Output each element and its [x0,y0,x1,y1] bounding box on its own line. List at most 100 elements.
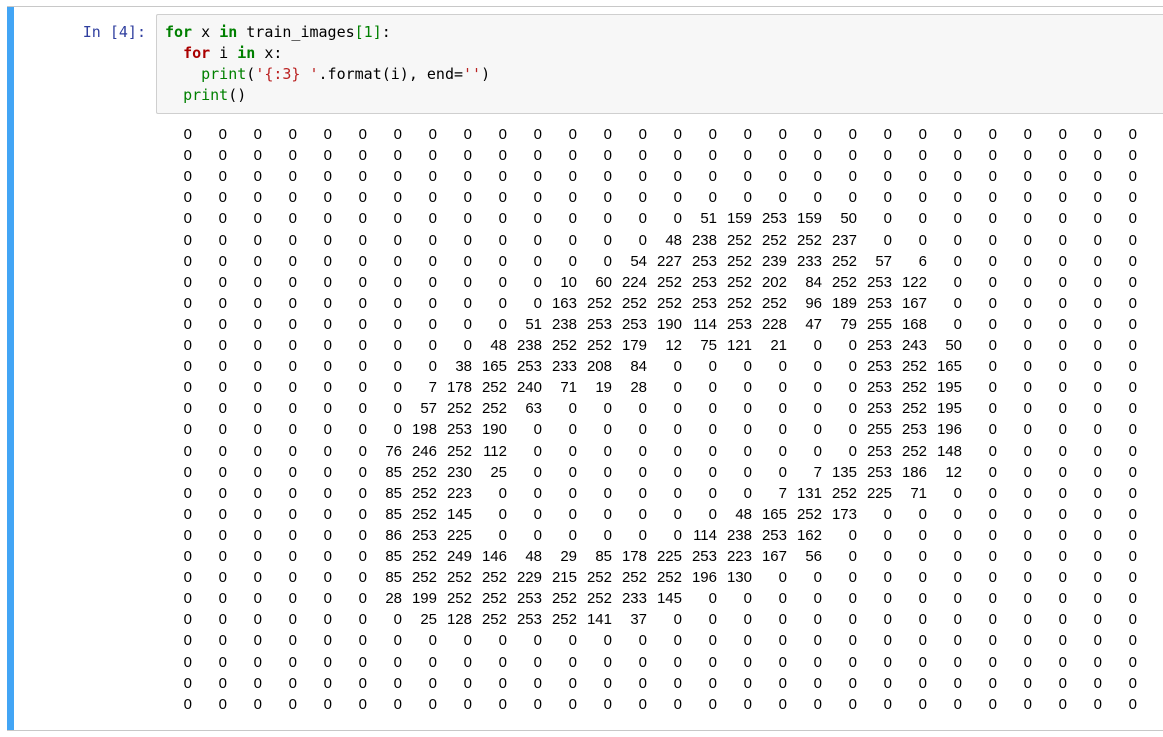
output-value: 21 [770,337,787,354]
output-value: 48 [665,231,682,249]
output-value: 252 [411,484,437,502]
output-value: 0 [428,126,437,143]
output-value: 0 [358,548,367,565]
output-value: 0 [568,126,577,143]
output-value: 0 [813,632,822,650]
output-value: 190 [481,421,507,439]
output-value: 0 [1023,590,1032,608]
output-value: 114 [693,526,717,544]
output-value: 0 [323,590,332,608]
output-value: 0 [498,653,507,671]
output-value: 233 [621,590,647,608]
output-value: 0 [1058,505,1067,523]
output-value: 0 [533,189,542,207]
output-value: 0 [1058,337,1067,354]
output-value: 0 [1093,379,1102,397]
output-value: 253 [516,590,542,608]
output-value: 0 [1128,611,1137,629]
output-value: 252 [446,569,472,587]
output-value: 0 [1058,442,1067,460]
output-value: 0 [988,379,997,397]
output-value: 0 [358,294,367,312]
output-value: 0 [428,252,437,270]
output-value: 0 [603,484,612,502]
output-value: 0 [568,252,577,270]
output-value: 0 [568,189,577,207]
code-token: print [183,86,229,104]
output-value: 0 [883,168,892,186]
output-value: 0 [218,126,227,143]
output-value: 0 [358,252,367,270]
output-value: 0 [428,337,437,354]
output-value: 0 [1023,611,1032,629]
output-value: 253 [866,463,892,481]
output-value: 0 [1128,463,1137,481]
code-token: [1] [354,23,382,41]
output-value: 0 [463,273,472,291]
output-value: 252 [831,273,857,291]
output-value: 0 [988,231,997,249]
output-value: 0 [463,168,472,186]
output-value: 253 [411,526,437,544]
code-token: in [219,23,238,41]
output-value: 0 [673,484,682,502]
output-value: 165 [936,358,962,376]
output-value: 0 [393,674,402,692]
output-value: 0 [708,695,717,713]
output-value: 0 [848,358,857,376]
output-value: 0 [813,168,822,186]
output-value: 253 [761,526,787,544]
output-value: 0 [1058,611,1067,629]
output-value: 0 [253,189,262,207]
output-value: 0 [288,421,297,439]
output-value: 0 [218,632,227,650]
output-value: 0 [323,421,332,439]
output-value: 0 [708,358,717,376]
output-value: 0 [428,674,437,692]
output-value: 0 [218,273,227,291]
output-value: 0 [183,505,192,523]
output-value: 0 [813,674,822,692]
output-value: 252 [586,337,612,354]
output-value: 0 [568,674,577,692]
output-value: 0 [813,358,822,376]
output-value: 0 [1023,632,1032,650]
output-value: 252 [901,442,927,460]
output-value: 0 [533,463,542,481]
output-value: 145 [446,505,472,523]
output-value: 0 [1023,315,1032,333]
output-value: 0 [953,505,962,523]
output-value: 0 [218,294,227,312]
output-value: 0 [1128,674,1137,692]
output-value: 0 [183,526,192,544]
output-value: 51 [525,315,542,333]
code-editor[interactable]: for x in train_images[1]: for i in x: pr… [165,22,490,106]
output-value: 0 [218,168,227,186]
output-value: 0 [778,189,787,207]
output-value: 0 [848,632,857,650]
output-value: 0 [1093,569,1102,587]
code-input-area[interactable]: for x in train_images[1]: for i in x: pr… [156,14,1163,114]
output-value: 145 [656,590,682,608]
output-value: 0 [323,695,332,713]
output-value: 0 [1093,400,1102,418]
output-value: 0 [708,147,717,165]
output-value: 167 [761,548,787,565]
output-value: 0 [813,189,822,207]
output-value: 0 [253,526,262,544]
output-value: 0 [638,210,647,228]
output-value: 253 [866,337,892,354]
output-value: 0 [568,526,577,544]
output-value: 0 [743,189,752,207]
output-value: 0 [288,315,297,333]
output-value: 0 [708,126,717,143]
output-value: 0 [673,421,682,439]
output-value: 0 [673,379,682,397]
output-value: 253 [866,442,892,460]
output-value: 252 [446,442,472,460]
output-value: 85 [385,505,402,523]
output-value: 0 [463,210,472,228]
output-value: 0 [358,590,367,608]
output-value: 0 [1058,126,1067,143]
output-value: 0 [1128,294,1137,312]
